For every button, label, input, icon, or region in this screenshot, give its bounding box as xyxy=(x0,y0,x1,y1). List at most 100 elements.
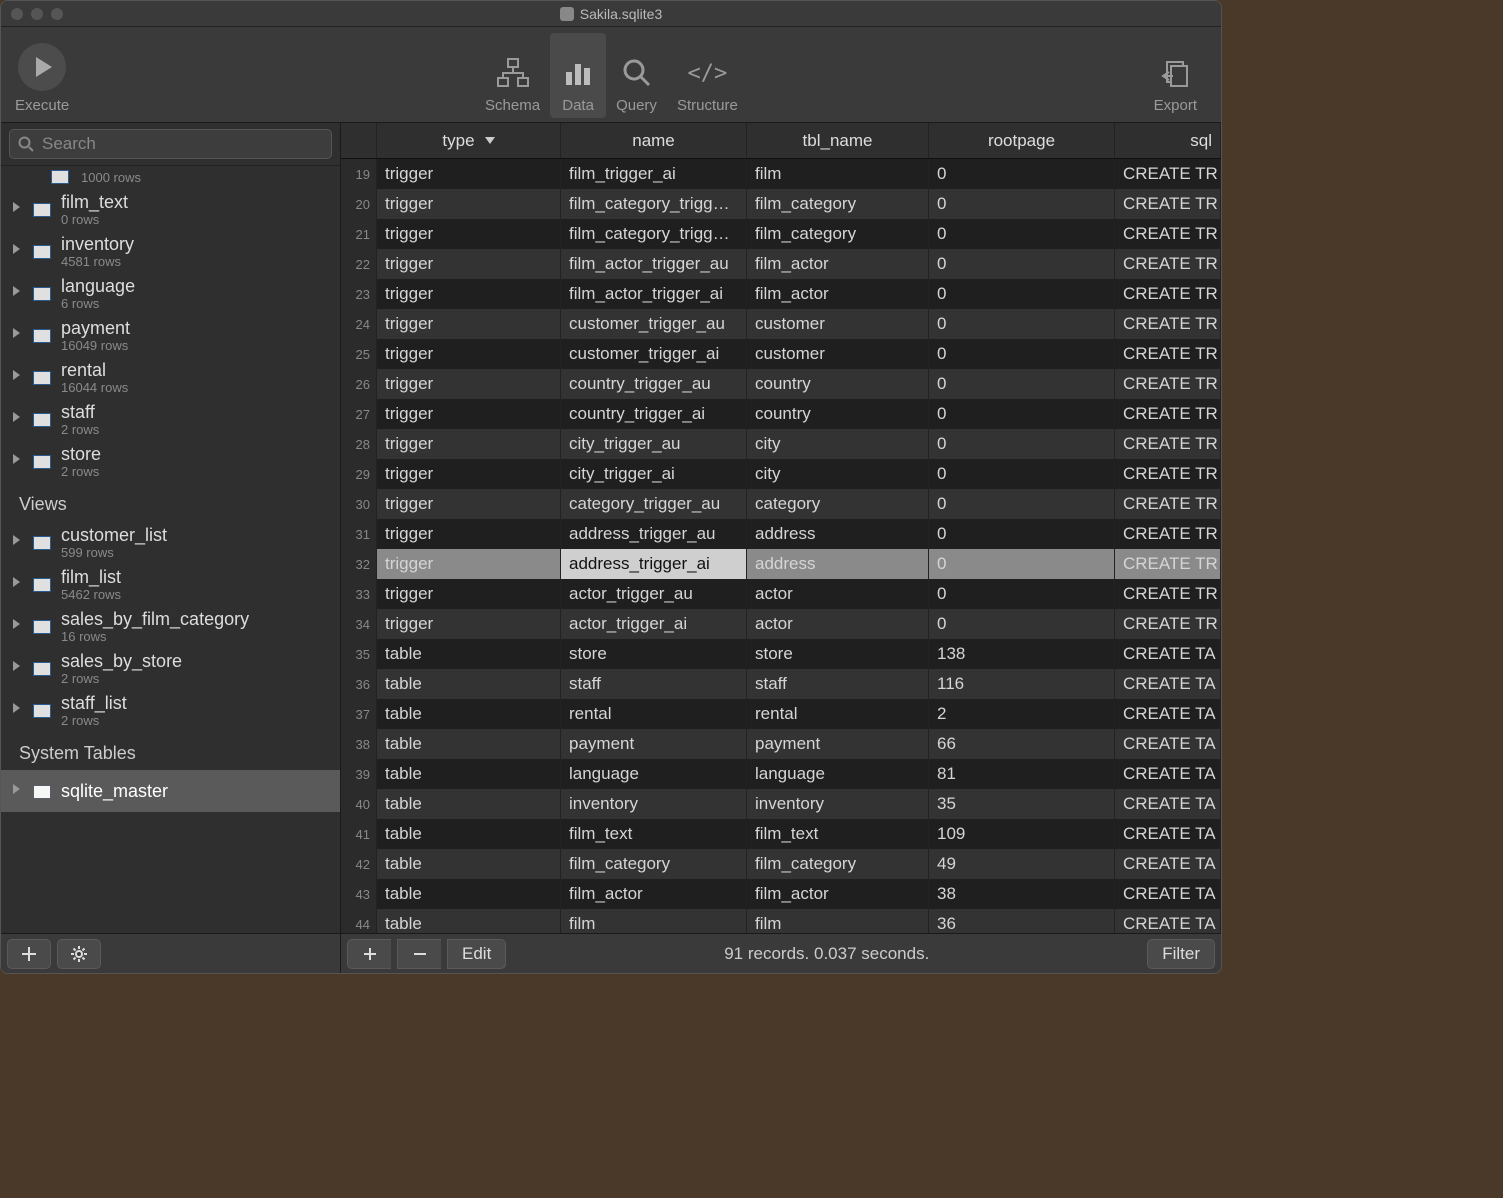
export-button[interactable]: Export xyxy=(1144,33,1207,118)
column-header-name[interactable]: name xyxy=(561,123,747,158)
cell-name[interactable]: city_trigger_ai xyxy=(561,459,747,489)
add-row-button[interactable] xyxy=(347,939,391,969)
table-row[interactable]: 32 trigger address_trigger_ai address 0 … xyxy=(341,549,1221,579)
cell-name[interactable]: payment xyxy=(561,729,747,759)
cell-rootpage[interactable]: 0 xyxy=(929,279,1115,309)
cell-rootpage[interactable]: 2 xyxy=(929,699,1115,729)
sidebar-item-payment[interactable]: payment 16049 rows xyxy=(1,314,340,356)
tab-query[interactable]: Query xyxy=(606,33,667,118)
table-row[interactable]: 24 trigger customer_trigger_au customer … xyxy=(341,309,1221,339)
cell-name[interactable]: inventory xyxy=(561,789,747,819)
cell-tblname[interactable]: language xyxy=(747,759,929,789)
cell-type[interactable]: table xyxy=(377,639,561,669)
cell-sql[interactable]: CREATE TR xyxy=(1115,489,1221,519)
cell-name[interactable]: film_trigger_ai xyxy=(561,159,747,189)
cell-sql[interactable]: CREATE TA xyxy=(1115,669,1221,699)
cell-name[interactable]: address_trigger_ai xyxy=(561,549,747,579)
cell-rootpage[interactable]: 81 xyxy=(929,759,1115,789)
table-row[interactable]: 33 trigger actor_trigger_au actor 0 CREA… xyxy=(341,579,1221,609)
cell-type[interactable]: trigger xyxy=(377,459,561,489)
table-row[interactable]: 22 trigger film_actor_trigger_au film_ac… xyxy=(341,249,1221,279)
settings-button[interactable] xyxy=(57,939,101,969)
sidebar-item-partial[interactable]: 1000 rows xyxy=(1,170,340,188)
table-row[interactable]: 44 table film film 36 CREATE TA xyxy=(341,909,1221,933)
search-input[interactable] xyxy=(42,134,323,154)
cell-name[interactable]: language xyxy=(561,759,747,789)
cell-rootpage[interactable]: 0 xyxy=(929,309,1115,339)
table-row[interactable]: 38 table payment payment 66 CREATE TA xyxy=(341,729,1221,759)
execute-button[interactable]: Execute xyxy=(15,33,79,118)
zoom-window-button[interactable] xyxy=(51,8,63,20)
cell-name[interactable]: category_trigger_au xyxy=(561,489,747,519)
cell-type[interactable]: trigger xyxy=(377,489,561,519)
table-row[interactable]: 42 table film_category film_category 49 … xyxy=(341,849,1221,879)
cell-sql[interactable]: CREATE TA xyxy=(1115,849,1221,879)
cell-sql[interactable]: CREATE TA xyxy=(1115,699,1221,729)
cell-tblname[interactable]: address xyxy=(747,519,929,549)
cell-type[interactable]: trigger xyxy=(377,579,561,609)
cell-tblname[interactable]: film_category xyxy=(747,849,929,879)
cell-sql[interactable]: CREATE TR xyxy=(1115,369,1221,399)
cell-rootpage[interactable]: 0 xyxy=(929,159,1115,189)
cell-type[interactable]: trigger xyxy=(377,519,561,549)
sidebar-item-language[interactable]: language 6 rows xyxy=(1,272,340,314)
column-header-type[interactable]: type xyxy=(377,123,561,158)
cell-tblname[interactable]: city xyxy=(747,429,929,459)
cell-sql[interactable]: CREATE TR xyxy=(1115,459,1221,489)
cell-rootpage[interactable]: 0 xyxy=(929,399,1115,429)
table-row[interactable]: 31 trigger address_trigger_au address 0 … xyxy=(341,519,1221,549)
cell-tblname[interactable]: film_text xyxy=(747,819,929,849)
cell-tblname[interactable]: film_category xyxy=(747,189,929,219)
sidebar-item-inventory[interactable]: inventory 4581 rows xyxy=(1,230,340,272)
cell-rootpage[interactable]: 38 xyxy=(929,879,1115,909)
cell-sql[interactable]: CREATE TA xyxy=(1115,819,1221,849)
table-row[interactable]: 37 table rental rental 2 CREATE TA xyxy=(341,699,1221,729)
table-row[interactable]: 20 trigger film_category_trigg… film_cat… xyxy=(341,189,1221,219)
cell-sql[interactable]: CREATE TR xyxy=(1115,219,1221,249)
edit-button[interactable]: Edit xyxy=(447,939,506,969)
sidebar-item-customer-list[interactable]: customer_list 599 rows xyxy=(1,521,340,563)
cell-rootpage[interactable]: 109 xyxy=(929,819,1115,849)
cell-name[interactable]: film_actor xyxy=(561,879,747,909)
cell-rootpage[interactable]: 0 xyxy=(929,339,1115,369)
filter-button[interactable]: Filter xyxy=(1147,939,1215,969)
cell-type[interactable]: trigger xyxy=(377,189,561,219)
cell-name[interactable]: film_category xyxy=(561,849,747,879)
cell-type[interactable]: trigger xyxy=(377,399,561,429)
sidebar-tree[interactable]: 1000 rows film_text 0 rows inventory 458… xyxy=(1,166,340,933)
cell-type[interactable]: trigger xyxy=(377,309,561,339)
cell-tblname[interactable]: film_category xyxy=(747,219,929,249)
table-row[interactable]: 34 trigger actor_trigger_ai actor 0 CREA… xyxy=(341,609,1221,639)
cell-sql[interactable]: CREATE TA xyxy=(1115,909,1221,933)
cell-type[interactable]: trigger xyxy=(377,159,561,189)
cell-name[interactable]: rental xyxy=(561,699,747,729)
cell-tblname[interactable]: film xyxy=(747,159,929,189)
cell-tblname[interactable]: city xyxy=(747,459,929,489)
cell-type[interactable]: trigger xyxy=(377,549,561,579)
cell-sql[interactable]: CREATE TR xyxy=(1115,399,1221,429)
table-row[interactable]: 26 trigger country_trigger_au country 0 … xyxy=(341,369,1221,399)
add-button[interactable] xyxy=(7,939,51,969)
cell-sql[interactable]: CREATE TR xyxy=(1115,339,1221,369)
remove-row-button[interactable] xyxy=(397,939,441,969)
cell-tblname[interactable]: actor xyxy=(747,609,929,639)
cell-rootpage[interactable]: 36 xyxy=(929,909,1115,933)
table-row[interactable]: 35 table store store 138 CREATE TA xyxy=(341,639,1221,669)
cell-rootpage[interactable]: 0 xyxy=(929,579,1115,609)
cell-tblname[interactable]: customer xyxy=(747,309,929,339)
cell-type[interactable]: trigger xyxy=(377,339,561,369)
table-row[interactable]: 19 trigger film_trigger_ai film 0 CREATE… xyxy=(341,159,1221,189)
cell-name[interactable]: film_category_trigg… xyxy=(561,219,747,249)
sidebar-item-rental[interactable]: rental 16044 rows xyxy=(1,356,340,398)
cell-name[interactable]: actor_trigger_ai xyxy=(561,609,747,639)
sidebar-item-film-list[interactable]: film_list 5462 rows xyxy=(1,563,340,605)
cell-tblname[interactable]: address xyxy=(747,549,929,579)
cell-tblname[interactable]: category xyxy=(747,489,929,519)
cell-name[interactable]: country_trigger_ai xyxy=(561,399,747,429)
sidebar-item-store[interactable]: store 2 rows xyxy=(1,440,340,482)
cell-sql[interactable]: CREATE TR xyxy=(1115,189,1221,219)
cell-rootpage[interactable]: 0 xyxy=(929,189,1115,219)
sidebar-item-staff-list[interactable]: staff_list 2 rows xyxy=(1,689,340,731)
cell-sql[interactable]: CREATE TR xyxy=(1115,549,1221,579)
cell-type[interactable]: trigger xyxy=(377,219,561,249)
